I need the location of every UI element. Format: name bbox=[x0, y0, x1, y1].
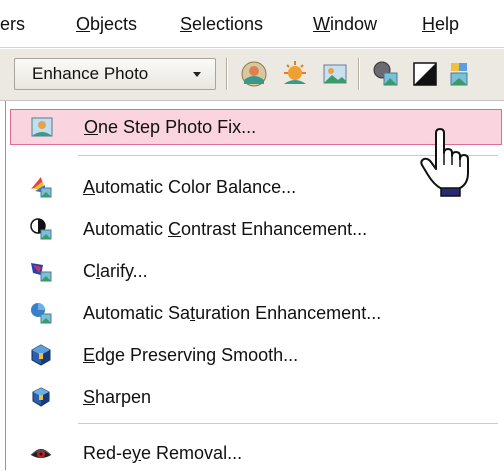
menu-item-label-prefix: Automatic Sa bbox=[83, 303, 191, 323]
menu-item-label: uration Enhancement... bbox=[195, 303, 382, 323]
automatic-color-balance-icon bbox=[29, 175, 53, 199]
menu-selections-mnemonic: S bbox=[180, 14, 193, 34]
toolbar-separator bbox=[358, 58, 360, 90]
toolbar: Enhance Photo bbox=[0, 49, 504, 101]
menu-item-edge-preserving-smooth[interactable]: Edge Preserving Smooth... bbox=[6, 337, 500, 373]
photo-sun-icon[interactable] bbox=[281, 60, 309, 88]
saturation-icon[interactable] bbox=[447, 60, 475, 88]
menu-mnemonic: C bbox=[168, 219, 182, 239]
menu-layers[interactable]: ers bbox=[0, 13, 25, 35]
menu-help-mnemonic: H bbox=[422, 14, 435, 34]
menu-item-label-prefix: Automatic bbox=[83, 219, 169, 239]
menu-bar: ers Objects Selections Window Help bbox=[0, 0, 504, 48]
menu-item-label: harpen bbox=[95, 387, 152, 407]
menu-mnemonic: O bbox=[84, 117, 99, 137]
automatic-saturation-icon bbox=[29, 301, 53, 325]
photo-landscape-icon[interactable] bbox=[321, 60, 349, 88]
red-eye-removal-icon bbox=[29, 441, 53, 465]
hand-cursor-icon bbox=[414, 127, 470, 197]
contrast-icon[interactable] bbox=[411, 60, 439, 88]
dropdown-arrow-icon bbox=[193, 72, 201, 77]
menu-selections-label: elections bbox=[192, 14, 264, 34]
color-balance-icon[interactable] bbox=[372, 60, 400, 88]
one-step-photo-fix-icon bbox=[30, 115, 54, 139]
edge-preserving-smooth-icon bbox=[29, 343, 53, 367]
menu-item-label: utomatic Color Balance... bbox=[95, 177, 297, 197]
menu-mnemonic: E bbox=[83, 345, 96, 365]
menu-objects[interactable]: Objects bbox=[76, 13, 137, 35]
menu-layers-label: ers bbox=[0, 14, 26, 34]
menu-help[interactable]: Help bbox=[422, 13, 459, 35]
menu-mnemonic: A bbox=[83, 177, 96, 197]
menu-item-label: arify... bbox=[100, 261, 148, 281]
menu-item-sharpen[interactable]: Sharpen bbox=[6, 379, 500, 415]
clarify-icon bbox=[29, 259, 53, 283]
menu-selections[interactable]: Selections bbox=[180, 13, 263, 35]
menu-mnemonic: S bbox=[83, 387, 96, 407]
menu-help-label: elp bbox=[435, 14, 460, 34]
menu-item-automatic-contrast-enhancement[interactable]: Automatic Contrast Enhancement... bbox=[6, 211, 500, 247]
menu-item-label: ontrast Enhancement... bbox=[181, 219, 368, 239]
menu-item-red-eye-removal[interactable]: Red-eye Removal... bbox=[6, 435, 500, 471]
menu-objects-label: bjects bbox=[90, 14, 138, 34]
menu-separator bbox=[78, 423, 498, 424]
menu-item-label-prefix: Red-e bbox=[83, 443, 133, 463]
enhance-photo-label: Enhance Photo bbox=[32, 64, 149, 83]
one-step-photo-fix-icon[interactable] bbox=[240, 60, 268, 88]
menu-item-automatic-saturation-enhancement[interactable]: Automatic Saturation Enhancement... bbox=[6, 295, 500, 331]
menu-item-label-prefix: C bbox=[83, 261, 96, 281]
toolbar-separator bbox=[226, 58, 228, 90]
automatic-contrast-icon bbox=[29, 217, 53, 241]
menu-item-label: ne Step Photo Fix... bbox=[98, 117, 257, 137]
menu-window-mnemonic: W bbox=[313, 14, 330, 34]
menu-mnemonic: y bbox=[132, 443, 142, 463]
menu-window-label: indow bbox=[330, 14, 378, 34]
menu-item-label: e Removal... bbox=[141, 443, 243, 463]
menu-window[interactable]: Window bbox=[313, 13, 377, 35]
menu-item-clarify[interactable]: Clarify... bbox=[6, 253, 500, 289]
menu-objects-mnemonic: O bbox=[76, 14, 91, 34]
sharpen-icon bbox=[29, 385, 53, 409]
menu-item-label: dge Preserving Smooth... bbox=[95, 345, 299, 365]
enhance-photo-dropdown[interactable]: Enhance Photo bbox=[14, 58, 216, 90]
